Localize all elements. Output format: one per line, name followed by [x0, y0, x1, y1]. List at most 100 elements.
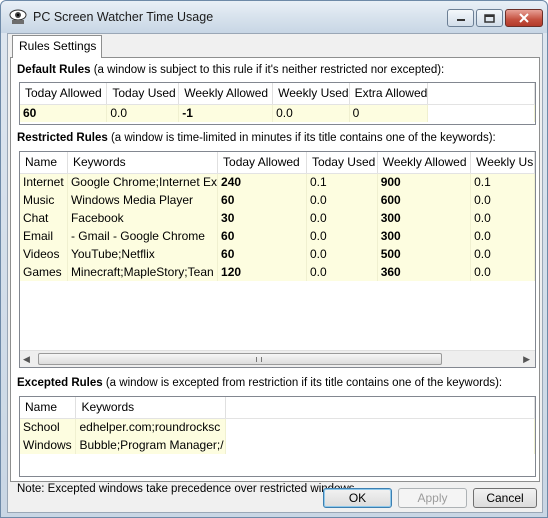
table-cell[interactable]: 0.0	[106, 104, 180, 122]
table-cell-filler	[427, 104, 535, 122]
rule-name-cell[interactable]: Email	[20, 227, 68, 245]
weekly-allowed-cell[interactable]: 360	[377, 263, 472, 281]
column-header[interactable]: Weekly Us	[470, 152, 535, 174]
excepted-rules-heading: Excepted Rules	[17, 377, 103, 389]
today-allowed-cell[interactable]: 60	[217, 191, 307, 209]
column-header[interactable]: Today Allowed	[20, 83, 108, 105]
table-row[interactable]: 60 0.0 -1 0.0 0	[20, 104, 535, 122]
today-used-cell[interactable]: 0.0	[306, 209, 378, 227]
today-used-cell[interactable]: 0.1	[306, 173, 378, 191]
table-cell-filler	[225, 436, 535, 454]
rule-name-cell[interactable]: Games	[20, 263, 68, 281]
column-header[interactable]: Today Allowed	[217, 152, 307, 174]
table-cell[interactable]: -1	[178, 104, 274, 122]
keywords-cell[interactable]: edhelper.com;roundrocksc	[75, 418, 227, 436]
close-button[interactable]	[505, 9, 543, 27]
table-row[interactable]: Email - Gmail - Google Chrome 60 0.0 300…	[20, 227, 535, 245]
weekly-allowed-cell[interactable]: 500	[377, 245, 472, 263]
column-header[interactable]: Today Used	[106, 83, 180, 105]
weekly-used-cell[interactable]: 0.0	[470, 227, 535, 245]
column-header[interactable]: Today Used	[306, 152, 378, 174]
cancel-button[interactable]: Cancel	[473, 488, 537, 508]
apply-button[interactable]: Apply	[398, 488, 467, 508]
column-header-filler	[225, 397, 535, 419]
rule-name-cell[interactable]: Internet	[20, 173, 68, 191]
table-row[interactable]: Chat Facebook 30 0.0 300 0.0	[20, 209, 535, 227]
table-cell[interactable]: 0	[349, 104, 429, 122]
today-allowed-cell[interactable]: 60	[217, 245, 307, 263]
today-allowed-cell[interactable]: 30	[217, 209, 307, 227]
weekly-used-cell[interactable]: 0.1	[470, 173, 535, 191]
column-header[interactable]: Name	[20, 397, 77, 419]
rule-name-cell[interactable]: Music	[20, 191, 68, 209]
today-allowed-cell[interactable]: 120	[217, 263, 307, 281]
restricted-rules-grid[interactable]: Name Keywords Today Allowed Today Used W…	[19, 151, 536, 368]
column-header[interactable]: Weekly Allowed	[377, 152, 472, 174]
default-rules-header-row: Today Allowed Today Used Weekly Allowed …	[20, 83, 535, 105]
table-row[interactable]: Windows Bubble;Program Manager;/	[20, 436, 535, 454]
rule-name-cell[interactable]: Videos	[20, 245, 68, 263]
weekly-used-cell[interactable]: 0.0	[470, 245, 535, 263]
app-window: PC Screen Watcher Time Usage Rules Setti…	[0, 0, 548, 518]
table-row[interactable]: Games Minecraft;MapleStory;Tean 120 0.0 …	[20, 263, 535, 281]
precedence-note: Note: Excepted windows take precedence o…	[17, 483, 358, 495]
default-rules-heading: Default Rules	[17, 64, 91, 76]
column-header[interactable]: Extra Allowed	[349, 83, 429, 105]
horizontal-scrollbar[interactable]: ◀ ▶	[20, 350, 535, 367]
dialog-client: Rules Settings Default Rules (a window i…	[7, 33, 543, 513]
tab-rules-settings[interactable]: Rules Settings	[12, 35, 102, 58]
eye-icon	[9, 9, 27, 24]
table-cell[interactable]: 60	[20, 104, 108, 122]
table-row[interactable]: Music Windows Media Player 60 0.0 600 0.…	[20, 191, 535, 209]
default-rules-grid[interactable]: Today Allowed Today Used Weekly Allowed …	[19, 82, 536, 125]
excepted-rules-grid[interactable]: Name Keywords School edhelper.com;roundr…	[19, 396, 536, 477]
weekly-allowed-cell[interactable]: 600	[377, 191, 472, 209]
weekly-allowed-cell[interactable]: 300	[377, 209, 472, 227]
keywords-cell[interactable]: YouTube;Netflix	[67, 245, 219, 263]
ok-button[interactable]: OK	[323, 488, 392, 508]
keywords-cell[interactable]: Windows Media Player	[67, 191, 219, 209]
table-row[interactable]: Videos YouTube;Netflix 60 0.0 500 0.0	[20, 245, 535, 263]
today-used-cell[interactable]: 0.0	[306, 245, 378, 263]
restricted-rules-label: Restricted Rules (a window is time-limit…	[17, 132, 496, 144]
today-allowed-cell[interactable]: 240	[217, 173, 307, 191]
minimize-button[interactable]	[447, 9, 474, 27]
table-row[interactable]: Internet Google Chrome;Internet Ex 240 0…	[20, 173, 535, 191]
column-header[interactable]: Keywords	[67, 152, 219, 174]
weekly-allowed-cell[interactable]: 300	[377, 227, 472, 245]
column-header[interactable]: Weekly Allowed	[178, 83, 274, 105]
weekly-used-cell[interactable]: 0.0	[470, 263, 535, 281]
rules-settings-panel: Default Rules (a window is subject to th…	[10, 57, 540, 495]
rule-name-cell[interactable]: Windows	[20, 436, 77, 454]
weekly-allowed-cell[interactable]: 900	[377, 173, 472, 191]
today-allowed-cell[interactable]: 60	[217, 227, 307, 245]
table-cell-filler	[225, 418, 535, 436]
table-row[interactable]: School edhelper.com;roundrocksc	[20, 418, 535, 436]
restricted-rules-description: (a window is time-limited in minutes if …	[107, 132, 496, 144]
scroll-left-arrow-icon[interactable]: ◀	[23, 354, 30, 365]
weekly-used-cell[interactable]: 0.0	[470, 209, 535, 227]
excepted-rules-label: Excepted Rules (a window is excepted fro…	[17, 377, 502, 389]
keywords-cell[interactable]: Google Chrome;Internet Ex	[67, 173, 219, 191]
today-used-cell[interactable]: 0.0	[306, 227, 378, 245]
column-header[interactable]: Keywords	[75, 397, 227, 419]
rule-name-cell[interactable]: School	[20, 418, 77, 436]
today-used-cell[interactable]: 0.0	[306, 263, 378, 281]
keywords-cell[interactable]: Facebook	[67, 209, 219, 227]
scrollbar-thumb[interactable]	[38, 353, 442, 365]
table-cell[interactable]: 0.0	[272, 104, 350, 122]
scroll-right-arrow-icon[interactable]: ▶	[523, 354, 530, 365]
maximize-button[interactable]	[476, 9, 503, 27]
restricted-rules-header-row: Name Keywords Today Allowed Today Used W…	[20, 152, 535, 174]
scrollbar-grip-icon	[256, 357, 262, 362]
column-header-filler	[427, 83, 535, 105]
title-bar[interactable]: PC Screen Watcher Time Usage	[1, 1, 547, 33]
today-used-cell[interactable]: 0.0	[306, 191, 378, 209]
column-header[interactable]: Weekly Used	[272, 83, 350, 105]
keywords-cell[interactable]: Bubble;Program Manager;/	[75, 436, 227, 454]
rule-name-cell[interactable]: Chat	[20, 209, 68, 227]
keywords-cell[interactable]: - Gmail - Google Chrome	[67, 227, 219, 245]
keywords-cell[interactable]: Minecraft;MapleStory;Tean	[67, 263, 219, 281]
weekly-used-cell[interactable]: 0.0	[470, 191, 535, 209]
column-header[interactable]: Name	[20, 152, 68, 174]
